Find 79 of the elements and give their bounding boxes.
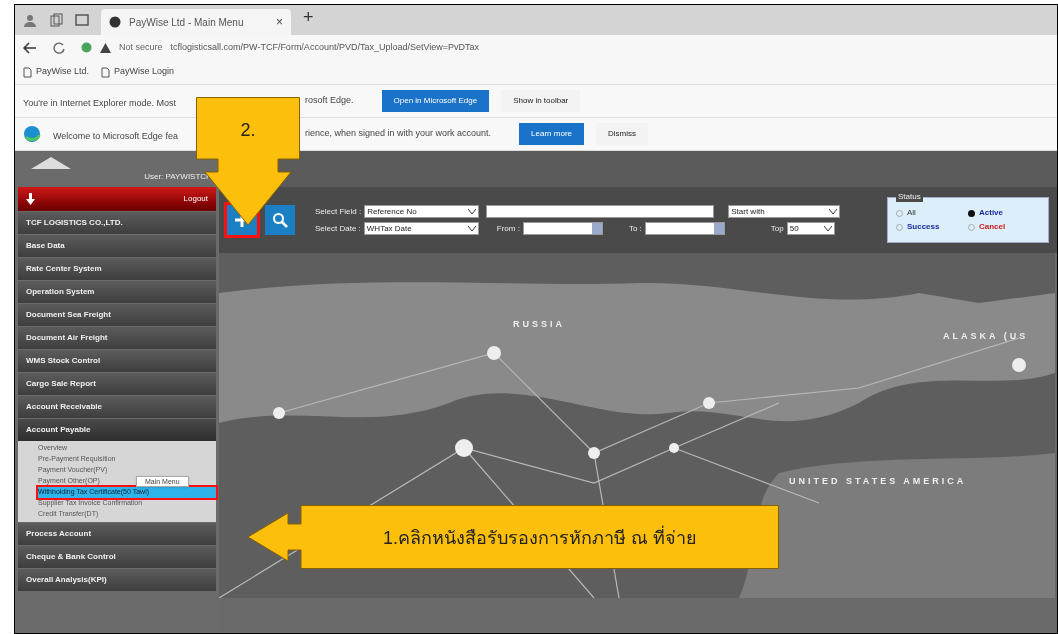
browser-tab[interactable]: PayWise Ltd - Main Menu × — [101, 9, 291, 35]
dropdown-icon — [467, 226, 476, 231]
page-icon — [101, 66, 111, 78]
sidebar-item[interactable]: Base Data — [18, 235, 216, 257]
infobar-text: rience, when signed in with your work account. — [305, 127, 492, 141]
search-input[interactable] — [486, 205, 715, 218]
field-label: To : — [628, 222, 642, 235]
favorite-link[interactable]: PayWise Ltd. — [23, 65, 90, 79]
sidebar-item[interactable]: Cargo Sale Report — [18, 373, 216, 395]
warning-icon — [100, 42, 111, 53]
select-value: Reference No — [367, 205, 417, 218]
field-label: Select Field : — [315, 205, 362, 218]
user-label: User: PAYWISTCF — [144, 171, 211, 183]
tab-close-button[interactable]: × — [276, 13, 283, 31]
date-field[interactable] — [644, 222, 725, 235]
select-field[interactable]: WHTax Date — [363, 222, 479, 235]
tab-title: PayWise Ltd - Main Menu — [129, 15, 245, 30]
map-label: ALASKA (US — [943, 330, 1029, 343]
sidebar-item[interactable]: Document Air Freight — [18, 327, 216, 349]
infobar-button[interactable]: Learn more — [519, 123, 585, 145]
calendar-icon[interactable] — [713, 223, 724, 234]
tab-actions-icon[interactable] — [75, 13, 89, 27]
map-label: UNITED STATES AMERICA — [789, 475, 967, 488]
site-icon — [109, 16, 121, 28]
dropdown-icon — [823, 226, 832, 231]
new-tab-button[interactable]: + — [303, 5, 314, 31]
sidebar-item[interactable]: Account Payable — [18, 419, 216, 441]
select-value: WHTax Date — [366, 222, 412, 235]
down-arrow-icon[interactable] — [26, 193, 35, 205]
select-value: Start with — [731, 205, 765, 218]
sidebar-item[interactable]: Operation System — [18, 281, 216, 303]
refresh-icon[interactable] — [53, 41, 65, 54]
select-field[interactable]: 50 — [786, 222, 835, 235]
select-value: 50 — [789, 222, 799, 235]
sidebar-item[interactable]: Overall Analysis(KPI) — [18, 569, 216, 591]
dropdown-icon — [468, 209, 477, 214]
infobar-text: You're in Internet Explorer mode. Most — [23, 98, 176, 108]
map-label: RUSSIA — [513, 318, 565, 331]
field-label: Select Date : — [315, 222, 361, 235]
calendar-icon[interactable] — [591, 223, 602, 234]
status-radio[interactable]: All — [896, 207, 968, 219]
profile-icon[interactable] — [23, 13, 37, 27]
collapse-icon[interactable] — [31, 157, 71, 169]
edge-logo-icon — [23, 125, 41, 143]
infobar-text: rosoft Edge. — [305, 94, 354, 108]
security-label: Not secure — [119, 40, 163, 54]
callout-text: 1.คลิกหนังสือรับรองการหักภาษี ณ ที่จ่าย — [301, 525, 779, 552]
sidebar-item[interactable]: Rate Center System — [18, 258, 216, 280]
dropdown-icon — [829, 209, 838, 214]
status-title: Status — [896, 192, 923, 202]
favorite-label: PayWise Ltd. — [36, 65, 90, 79]
field-label: Top — [770, 222, 784, 235]
search-icon — [272, 212, 288, 228]
infobar-button[interactable]: Open in Microsoft Edge — [381, 90, 490, 112]
collections-icon[interactable] — [49, 13, 63, 27]
url-text: tcflogisticsall.com/PW-TCF/Form/Account/PVD/Tax_Upload/SetView=PvDTax — [170, 40, 480, 54]
select-field[interactable]: Reference No — [364, 205, 480, 218]
infobar-button[interactable]: Show in toolbar — [501, 90, 581, 112]
infobar-text: Welcome to Microsoft Edge fea — [53, 131, 178, 141]
sidebar-item[interactable]: Process Account — [18, 523, 216, 545]
favorite-link[interactable]: PayWise Login — [101, 65, 175, 79]
sidebar-item[interactable]: Document Sea Freight — [18, 304, 216, 326]
status-radio[interactable]: Success — [896, 221, 968, 233]
infobar-button[interactable]: Dismiss — [596, 123, 649, 145]
page-icon — [23, 66, 32, 78]
select-field[interactable]: Start with — [728, 205, 841, 218]
status-radio[interactable]: Active — [968, 207, 1040, 219]
logout-link[interactable]: Logout — [183, 193, 208, 205]
sidebar-item[interactable]: Account Receivable — [18, 396, 216, 418]
back-icon[interactable] — [23, 41, 37, 54]
sidebar-item[interactable]: Cheque & Bank Control — [18, 546, 216, 568]
sidebar-item[interactable]: TCF LOGISTICS CO.,LTD. — [18, 212, 216, 234]
sidebar-item[interactable]: WMS Stock Control — [18, 350, 216, 372]
date-field[interactable] — [522, 222, 603, 235]
field-label: From : — [496, 222, 520, 235]
favorite-label: PayWise Login — [114, 65, 175, 79]
callout-text: 2. — [239, 119, 257, 142]
search-button[interactable] — [265, 205, 295, 235]
status-radio[interactable]: Cancel — [968, 221, 1040, 233]
